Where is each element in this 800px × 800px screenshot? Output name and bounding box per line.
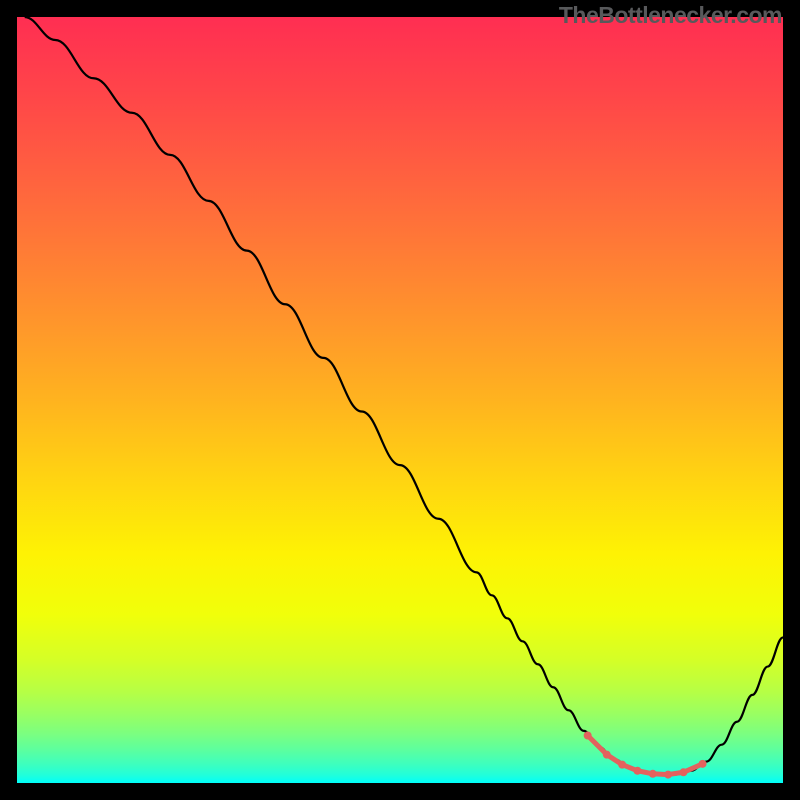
highlight-dot (679, 768, 687, 776)
highlight-dot (699, 760, 707, 768)
plot-area (17, 17, 783, 783)
highlight-dot (618, 761, 626, 769)
chart-container: TheBottlenecker.com (0, 0, 800, 800)
gradient-background (17, 17, 783, 783)
highlight-dot (649, 770, 657, 778)
highlight-dot (633, 767, 641, 775)
chart-svg (17, 17, 783, 783)
watermark-text: TheBottlenecker.com (559, 2, 782, 29)
highlight-dot (584, 732, 592, 740)
highlight-dot (664, 771, 672, 779)
highlight-dot (603, 751, 611, 759)
